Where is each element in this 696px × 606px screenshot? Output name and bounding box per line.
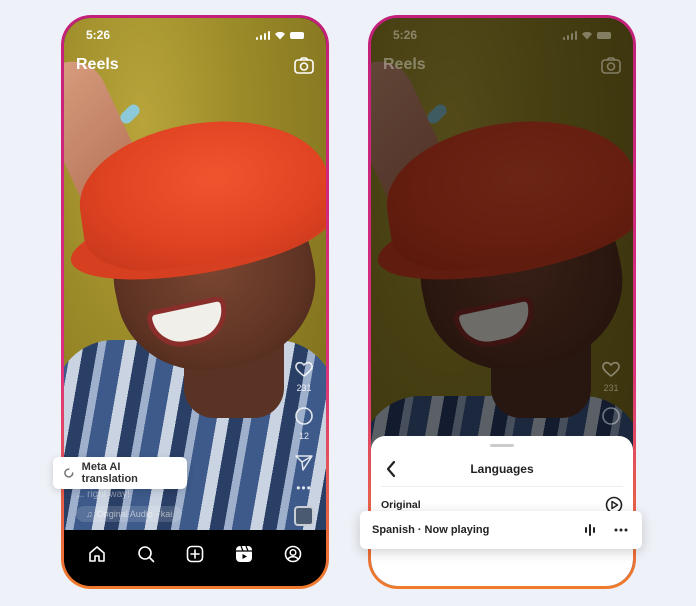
comment-icon[interactable] bbox=[601, 406, 621, 426]
action-rail: 231 bbox=[601, 360, 621, 426]
language-label: Original bbox=[381, 499, 421, 511]
reel-video[interactable] bbox=[64, 18, 326, 530]
spinner-icon bbox=[64, 468, 74, 478]
phone-reels-left: 5:26 Reels 231 12 ••• ... right way! ♫ O… bbox=[61, 15, 329, 589]
sheet-handle[interactable] bbox=[490, 444, 514, 447]
phone-reels-right: 5:26 Reels 231 Languages Original bbox=[368, 15, 636, 589]
action-rail: 231 12 ••• bbox=[294, 360, 314, 526]
reels-screen: 5:26 Reels 231 12 ••• ... right way! ♫ O… bbox=[64, 18, 326, 586]
camera-icon[interactable] bbox=[601, 56, 621, 74]
page-title: Reels bbox=[76, 56, 119, 73]
translation-label: Meta AI translation bbox=[81, 461, 138, 485]
signal-icon bbox=[562, 30, 577, 40]
now-playing-actions bbox=[584, 524, 628, 536]
audio-thumbnail[interactable] bbox=[294, 506, 314, 526]
battery-icon bbox=[597, 31, 611, 39]
divider bbox=[381, 486, 623, 487]
profile-icon[interactable] bbox=[284, 545, 302, 563]
comment-count: 12 bbox=[298, 431, 309, 441]
audio-label-text: Original Audio · kai bbox=[96, 509, 173, 519]
wifi-icon bbox=[582, 31, 592, 39]
sheet-title: Languages bbox=[470, 462, 534, 476]
status-icons bbox=[255, 30, 304, 40]
status-time: 5:26 bbox=[86, 28, 111, 42]
more-icon[interactable]: ••• bbox=[296, 481, 312, 495]
reels-screen-languages: 5:26 Reels 231 Languages Original bbox=[371, 18, 633, 586]
status-icons bbox=[562, 30, 611, 40]
battery-icon bbox=[290, 31, 304, 39]
status-bar: 5:26 bbox=[86, 28, 304, 42]
heart-icon[interactable] bbox=[294, 360, 314, 378]
audio-label[interactable]: ♫ Original Audio · kai bbox=[76, 506, 183, 522]
status-time: 5:26 bbox=[393, 28, 418, 42]
plus-square-icon[interactable] bbox=[186, 545, 204, 563]
wifi-icon bbox=[275, 31, 285, 39]
signal-icon bbox=[255, 30, 270, 40]
meta-ai-translation-pill[interactable]: Meta AI translation bbox=[53, 457, 187, 489]
home-icon[interactable] bbox=[88, 545, 106, 563]
chevron-left-icon[interactable] bbox=[385, 460, 397, 478]
heart-icon[interactable] bbox=[601, 360, 621, 378]
reel-caption: ... right way! bbox=[76, 489, 130, 500]
share-icon[interactable] bbox=[294, 454, 314, 472]
search-icon[interactable] bbox=[137, 545, 155, 563]
status-bar: 5:26 bbox=[393, 28, 611, 42]
audio-wave-icon bbox=[585, 524, 595, 536]
sheet-header: Languages bbox=[381, 456, 623, 482]
reels-icon[interactable] bbox=[235, 545, 253, 563]
more-icon[interactable] bbox=[614, 528, 628, 532]
music-note-icon: ♫ bbox=[86, 509, 93, 519]
reels-header: Reels bbox=[76, 56, 314, 74]
camera-icon[interactable] bbox=[294, 56, 314, 74]
like-count: 231 bbox=[296, 383, 312, 393]
reels-header: Reels bbox=[383, 56, 621, 74]
now-playing-label: Spanish · Now playing bbox=[372, 524, 490, 536]
language-row-spanish-now-playing[interactable]: Spanish · Now playing bbox=[360, 511, 642, 549]
bottom-nav bbox=[64, 530, 326, 586]
comment-icon[interactable] bbox=[294, 406, 314, 426]
like-count: 231 bbox=[603, 383, 619, 393]
page-title: Reels bbox=[383, 56, 426, 73]
